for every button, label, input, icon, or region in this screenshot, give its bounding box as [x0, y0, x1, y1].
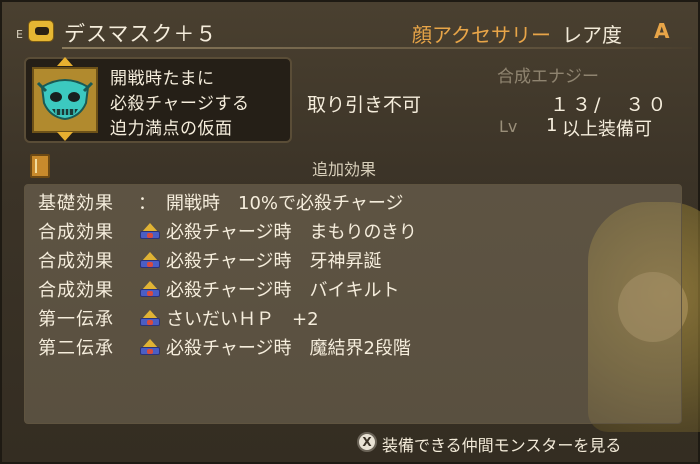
effect-text: 必殺チャージ時 牙神昇誕: [166, 251, 382, 272]
effect-text: 必殺チャージ時 魔結界2段階: [166, 338, 411, 359]
x-button-icon[interactable]: X: [357, 432, 377, 452]
book-icon[interactable]: [30, 154, 50, 178]
crown-icon: [138, 279, 162, 299]
effect-text: 必殺チャージ時 バイキルト: [166, 280, 400, 301]
item-name: デスマスク＋５: [64, 22, 218, 46]
crown-icon: [138, 337, 162, 357]
crown-icon: [138, 250, 162, 270]
crown-icon: [138, 221, 162, 241]
accessory-icon: [28, 20, 54, 42]
arrow-down-icon[interactable]: [57, 132, 73, 141]
crown-icon: [138, 308, 162, 328]
effect-label: 第一伝承: [38, 309, 114, 330]
description-line: 必殺チャージする: [110, 94, 250, 114]
effect-label: 第二伝承: [38, 338, 114, 359]
rarity-value: A: [654, 19, 670, 43]
effect-row: 合成効果 必殺チャージ時 牙神昇誕: [38, 247, 381, 273]
effect-label: 合成効果: [38, 251, 114, 272]
effect-label: 合成効果: [38, 222, 114, 243]
item-category: 顔アクセサリー: [412, 23, 551, 47]
skull-mask-icon: [36, 79, 94, 121]
effect-row: 基礎効果 ： 開戦時 10%で必殺チャージ: [38, 189, 403, 215]
header-divider: [62, 47, 692, 49]
effect-text: 必殺チャージ時 まもりのきり: [166, 222, 417, 243]
effect-row: 合成効果 必殺チャージ時 まもりのきり: [38, 218, 417, 244]
description-line: 迫力満点の仮面: [110, 119, 233, 139]
effects-title: 追加効果: [312, 160, 377, 179]
equipped-mark: E: [16, 28, 23, 41]
effect-separator: ：: [138, 193, 156, 214]
effect-row: 第二伝承 必殺チャージ時 魔結界2段階: [38, 334, 411, 360]
effect-text: 開戦時 10%で必殺チャージ: [166, 193, 404, 214]
effect-label: 基礎効果: [38, 193, 114, 214]
level-requirement-text: 以上装備可: [562, 119, 652, 140]
rarity-label: レア度: [562, 23, 622, 47]
item-portrait: [32, 67, 98, 133]
synthesis-energy-value: １３/ ３０: [550, 94, 670, 116]
effect-row: 第一伝承 さいだいＨＰ +2: [38, 305, 319, 331]
level-label: Lv: [499, 117, 518, 136]
view-monsters-button[interactable]: 装備できる仲間モンスターを見る: [382, 432, 621, 456]
effect-label: 合成効果: [38, 280, 114, 301]
description-line: 開戦時たまに: [110, 69, 215, 89]
synthesis-energy-label: 合成エナジー: [497, 67, 599, 87]
level-value: 1: [546, 115, 558, 136]
trade-status: 取り引き不可: [307, 94, 422, 116]
arrow-up-icon[interactable]: [57, 57, 73, 66]
item-detail-window: E デスマスク＋５ 顔アクセサリー レア度 A 開戦時たまに 必殺チャージする …: [0, 0, 700, 464]
effect-text: さいだいＨＰ +2: [166, 309, 319, 330]
effect-row: 合成効果 必殺チャージ時 バイキルト: [38, 276, 399, 302]
